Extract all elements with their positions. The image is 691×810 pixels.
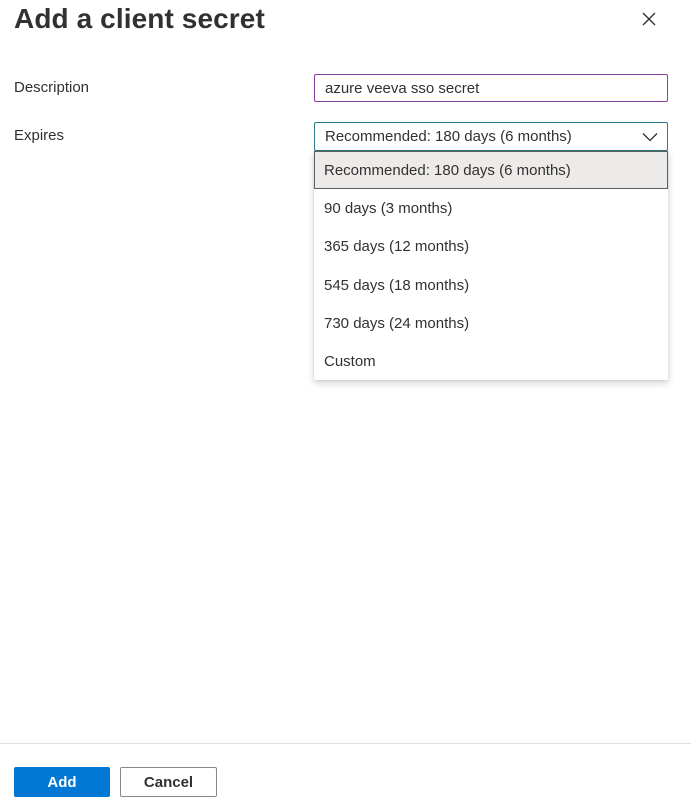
expires-option[interactable]: 90 days (3 months) <box>314 189 668 227</box>
expires-dropdown[interactable]: Recommended: 180 days (6 months) <box>314 122 668 151</box>
expires-option[interactable]: 365 days (12 months) <box>314 228 668 266</box>
description-input[interactable] <box>314 74 668 102</box>
expires-options-list: Recommended: 180 days (6 months) 90 days… <box>314 151 668 380</box>
close-icon <box>641 11 657 32</box>
expires-option[interactable]: Recommended: 180 days (6 months) <box>314 151 668 190</box>
expires-label: Expires <box>14 127 65 144</box>
add-button[interactable]: Add <box>14 767 110 797</box>
close-button[interactable] <box>636 8 662 34</box>
expires-option[interactable]: 545 days (18 months) <box>314 266 668 304</box>
panel-title: Add a client secret <box>14 3 265 34</box>
cancel-button[interactable]: Cancel <box>120 767 217 797</box>
expires-option[interactable]: 730 days (24 months) <box>314 304 668 342</box>
footer-divider <box>0 743 691 744</box>
add-client-secret-panel: Add a client secret Description Expires … <box>0 0 691 810</box>
description-label: Description <box>14 79 90 96</box>
expires-option[interactable]: Custom <box>314 342 668 380</box>
expires-selected-value: Recommended: 180 days (6 months) <box>325 128 572 145</box>
chevron-down-icon <box>642 132 658 142</box>
